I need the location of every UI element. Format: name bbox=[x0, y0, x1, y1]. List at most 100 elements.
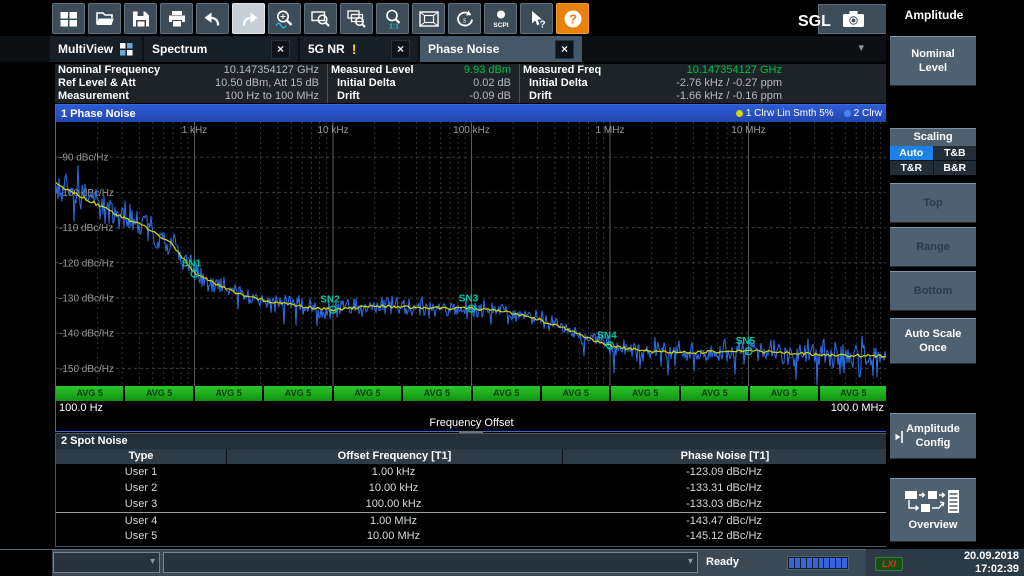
svg-text:SN3: SN3 bbox=[459, 294, 479, 305]
svg-text:?: ? bbox=[569, 11, 577, 26]
spot-noise-row[interactable]: User 510.00 MHz-145.12 dBc/Hz bbox=[56, 528, 887, 544]
spot-noise-row[interactable]: User 41.00 MHz-143.47 dBc/Hz bbox=[56, 512, 887, 528]
spot-noise-row[interactable]: User 3100.00 kHz-133.03 dBc/Hz bbox=[56, 496, 887, 512]
tab-phase-noise[interactable]: Phase Noise × bbox=[420, 36, 582, 62]
avg-count-segment: AVG 5 bbox=[611, 386, 678, 401]
spot-noise-window[interactable]: 2 Spot Noise Type Offset Frequency [T1] … bbox=[55, 433, 888, 547]
column-header-phase-noise: Phase Noise [T1] bbox=[563, 449, 887, 464]
svg-text:1 kHz: 1 kHz bbox=[182, 125, 208, 136]
tab-5gnr[interactable]: 5G NR ! × bbox=[300, 36, 418, 62]
svg-text:?: ? bbox=[539, 19, 545, 30]
info-value: 10.147354127 GHz bbox=[224, 64, 327, 77]
spot-noise-title-bar[interactable]: 2 Spot Noise bbox=[56, 434, 887, 449]
tab-spectrum[interactable]: Spectrum × bbox=[144, 36, 298, 62]
avg-count-segment: AVG 5 bbox=[820, 386, 887, 401]
scaling-option-br[interactable]: B&R bbox=[934, 161, 977, 175]
trace1-color-dot bbox=[736, 110, 743, 117]
scaling-option-tr[interactable]: T&R bbox=[890, 161, 933, 175]
spot-noise-cell: -145.12 dBc/Hz bbox=[561, 528, 887, 544]
status-dropdown-message[interactable]: ▾ bbox=[163, 552, 698, 573]
save-button[interactable] bbox=[124, 3, 157, 34]
phase-noise-plot[interactable]: 1 kHz10 kHz100 kHz1 MHz10 MHz-90 dBc/Hz-… bbox=[56, 122, 887, 386]
redo-button[interactable] bbox=[232, 3, 265, 34]
sweep-refresh-button[interactable]: s bbox=[448, 3, 481, 34]
open-file-button[interactable] bbox=[88, 3, 121, 34]
legend-trace2: 2 Clrw bbox=[844, 108, 882, 119]
softkey-auto-scale-once[interactable]: Auto Scale Once bbox=[890, 318, 976, 364]
phase-noise-title-bar[interactable]: 1 Phase Noise 1 Clrw Lin Smth 5% 2 Clrw bbox=[56, 105, 887, 122]
avg-count-segment: AVG 5 bbox=[195, 386, 262, 401]
svg-text:SN1: SN1 bbox=[182, 259, 202, 270]
softkey-amplitude-config[interactable]: Amplitude Config bbox=[890, 413, 976, 459]
tab-list-dropdown-icon[interactable]: ▾ bbox=[858, 41, 864, 54]
svg-text:-150 dBc/Hz: -150 dBc/Hz bbox=[59, 364, 114, 375]
tab-phase-noise-close-icon[interactable]: × bbox=[555, 40, 574, 59]
svg-text:-120 dBc/Hz: -120 dBc/Hz bbox=[59, 258, 114, 269]
progress-segment bbox=[819, 558, 824, 568]
softkey-range[interactable]: Range bbox=[890, 227, 976, 267]
time-label: 17:02:39 bbox=[964, 563, 1019, 576]
tab-multiview-label: MultiView bbox=[58, 42, 113, 56]
average-count-bar: AVG 5AVG 5AVG 5AVG 5AVG 5AVG 5AVG 5AVG 5… bbox=[56, 386, 887, 401]
svg-text:100 kHz: 100 kHz bbox=[453, 125, 490, 136]
help-icon: ? bbox=[561, 8, 585, 30]
spot-noise-cell: 10.00 MHz bbox=[226, 528, 561, 544]
multiview-grid-icon bbox=[120, 43, 133, 56]
scaling-option-tb[interactable]: T&B bbox=[934, 146, 977, 160]
scpi-recorder-button[interactable]: SCPI bbox=[484, 3, 517, 34]
tab-multiview[interactable]: MultiView bbox=[50, 36, 142, 62]
multi-zoom-icon bbox=[345, 8, 369, 30]
x-axis-title: Frequency Offset bbox=[56, 416, 887, 431]
info-label: Measured Freq bbox=[520, 64, 601, 77]
tab-bar: MultiView Spectrum × 5G NR ! × Phase Noi… bbox=[0, 36, 886, 62]
sweep-refresh-icon: s bbox=[453, 8, 477, 30]
column-header-type: Type bbox=[56, 449, 226, 464]
save-icon bbox=[129, 8, 153, 30]
spot-noise-cell: User 5 bbox=[56, 528, 226, 544]
date-time: 20.09.2018 17:02:39 bbox=[964, 550, 1019, 576]
dropdown-caret-icon: ▾ bbox=[150, 556, 155, 567]
zoom-trace-button[interactable] bbox=[268, 3, 301, 34]
info-value-measured-level: 9.93 dBm bbox=[464, 64, 519, 77]
status-dropdown-left[interactable]: ▾ bbox=[53, 552, 160, 573]
tab-5gnr-close-icon[interactable]: × bbox=[391, 40, 410, 59]
legend-trace1: 1 Clrw Lin Smth 5% bbox=[736, 108, 834, 119]
print-button[interactable] bbox=[160, 3, 193, 34]
avg-count-segment: AVG 5 bbox=[750, 386, 817, 401]
softkey-scaling-group: Scaling AutoT&BT&RB&R bbox=[890, 128, 976, 175]
phase-noise-window[interactable]: 1 Phase Noise 1 Clrw Lin Smth 5% 2 Clrw … bbox=[55, 104, 888, 432]
progress-segment bbox=[789, 558, 794, 568]
display-frame-button[interactable] bbox=[412, 3, 445, 34]
progress-segment bbox=[795, 558, 800, 568]
softkey-top[interactable]: Top bbox=[890, 183, 976, 223]
status-bar: ▾ ▾ Ready bbox=[0, 549, 866, 576]
info-value-measured-freq: 10.147354127 GHz bbox=[687, 64, 790, 77]
progress-segment bbox=[836, 558, 841, 568]
spot-noise-row[interactable]: User 210.00 kHz-133.31 dBc/Hz bbox=[56, 480, 887, 496]
zoom-1to1-icon: 1:1 bbox=[381, 8, 405, 30]
softkey-nominal-level[interactable]: Nominal Level bbox=[890, 36, 976, 86]
help-button[interactable]: ? bbox=[556, 3, 589, 34]
x-axis-endpoints: 100.0 Hz 100.0 MHz bbox=[56, 401, 887, 416]
context-help-button[interactable]: ? bbox=[520, 3, 553, 34]
windows-logo-button[interactable] bbox=[52, 3, 85, 34]
spot-noise-cell: 100.00 kHz bbox=[226, 496, 561, 512]
spot-noise-cell: 10.00 kHz bbox=[226, 480, 561, 496]
undo-button[interactable] bbox=[196, 3, 229, 34]
progress-segment bbox=[807, 558, 812, 568]
tab-spectrum-close-icon[interactable]: × bbox=[271, 40, 290, 59]
softkey-overview[interactable]: Overview bbox=[890, 478, 976, 542]
softkey-bottom[interactable]: Bottom bbox=[890, 271, 976, 311]
info-label: Measured Level bbox=[328, 64, 414, 77]
zoom-selection-icon bbox=[309, 8, 333, 30]
tab-spectrum-label: Spectrum bbox=[152, 42, 207, 56]
zoom-1to1-button[interactable]: 1:1 bbox=[376, 3, 409, 34]
spot-noise-row[interactable]: User 11.00 kHz-123.09 dBc/Hz bbox=[56, 464, 887, 480]
scaling-option-auto[interactable]: Auto bbox=[890, 146, 933, 160]
svg-text:10 kHz: 10 kHz bbox=[317, 125, 348, 136]
multi-zoom-button[interactable] bbox=[340, 3, 373, 34]
info-value: 0.02 dB bbox=[473, 77, 519, 90]
windows-logo-icon bbox=[57, 8, 81, 30]
zoom-selection-button[interactable] bbox=[304, 3, 337, 34]
scaling-options: AutoT&BT&RB&R bbox=[890, 146, 976, 175]
